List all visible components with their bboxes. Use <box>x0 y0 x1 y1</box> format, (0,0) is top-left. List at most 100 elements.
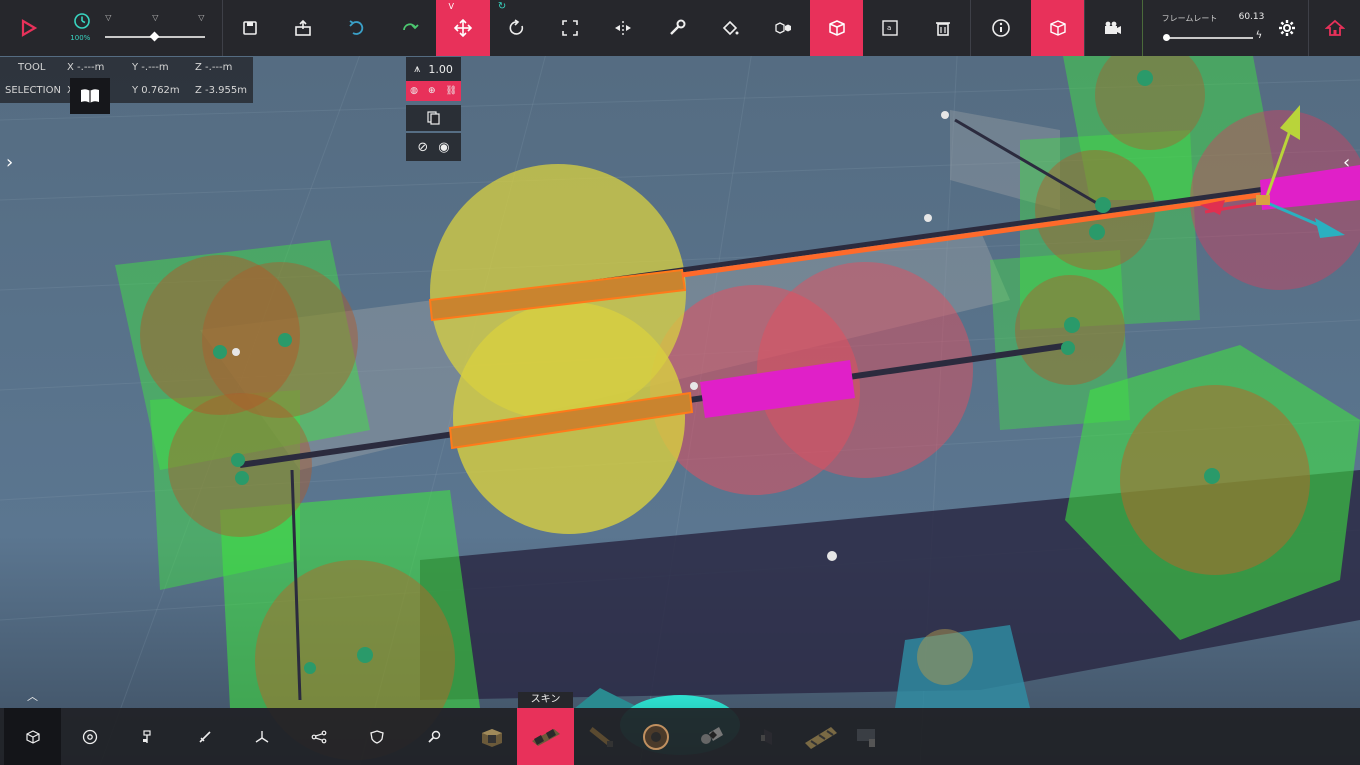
copy-button[interactable] <box>406 105 461 131</box>
round-block-icon <box>642 723 669 750</box>
brace-block-icon <box>588 726 613 747</box>
block-mode-icon <box>828 20 845 36</box>
info-button[interactable] <box>971 0 1031 56</box>
build-scene[interactable] <box>0 0 1360 765</box>
paint-tool-button[interactable] <box>703 0 756 56</box>
time-scale-knob[interactable] <box>149 31 160 42</box>
rotate-tool-button[interactable]: ↻ <box>490 0 543 56</box>
tool-z: Z -.---m <box>195 62 233 73</box>
framerate-label: フレームレート <box>1161 14 1218 23</box>
undo-button[interactable] <box>330 0 383 56</box>
save-button[interactable] <box>223 0 276 56</box>
move-tool-hotkey: V <box>448 2 454 11</box>
weapon-category-icon <box>198 730 211 743</box>
category-utility[interactable] <box>405 708 462 765</box>
tool-coordinates: TOOL X -.---m Y -.---m Z -.---m <box>0 57 253 79</box>
paint-icon <box>722 20 739 36</box>
copy-icon <box>426 111 440 125</box>
slider-marker: ▽ <box>152 13 159 22</box>
pivot-icon[interactable]: ⊕ <box>428 86 436 96</box>
link-icon[interactable]: ⛓ <box>445 86 456 96</box>
block-brace[interactable] <box>572 708 629 765</box>
pin-block-icon <box>700 726 723 744</box>
rotate-hotkey-icon: ↻ <box>497 1 507 12</box>
block-camera[interactable] <box>838 708 895 765</box>
category-automation[interactable] <box>290 708 347 765</box>
hide-icon[interactable]: ⊘ <box>417 140 428 155</box>
text-icon: a <box>882 20 898 36</box>
bounding-box-toggle[interactable] <box>1031 0 1085 56</box>
coordinates-panel: TOOL X -.---m Y -.---m Z -.---m SELECTIO… <box>0 57 253 103</box>
skin-block-icon <box>531 728 560 746</box>
home-icon <box>1324 19 1345 36</box>
framerate-knob[interactable] <box>1162 34 1170 41</box>
load-icon <box>295 19 311 36</box>
wheel-category-icon <box>82 729 97 744</box>
block-skin[interactable] <box>517 708 574 765</box>
play-simulation-button[interactable] <box>0 0 55 56</box>
svg-text:a: a <box>887 24 891 32</box>
category-weapons[interactable] <box>176 708 233 765</box>
block-round[interactable] <box>627 708 684 765</box>
block-tooltip: スキン <box>518 692 573 708</box>
slider-marker: ▽ <box>105 13 112 22</box>
wrench-icon <box>669 19 686 35</box>
left-panel-arrow-icon[interactable]: › <box>6 152 13 173</box>
slider-marker: ▽ <box>198 13 205 22</box>
selection-z: Z -3.955m <box>195 85 248 96</box>
category-armor[interactable] <box>348 708 405 765</box>
bottom-toolbar <box>0 708 1360 765</box>
spike-block-icon <box>760 728 772 745</box>
settings-button[interactable] <box>1265 0 1309 56</box>
camera-icon <box>1105 21 1122 34</box>
delete-icon <box>936 22 951 36</box>
cube-icon <box>1050 20 1066 36</box>
besiege-editor: 100% ▽ ▽ ▽ V ↻ a フレームレート 60.13 ϟ TOOL X … <box>0 0 1360 765</box>
category-mechanical[interactable] <box>118 708 175 765</box>
snap-setting[interactable]: ⩚ 1.00 <box>406 57 461 81</box>
redo-button[interactable] <box>383 0 436 56</box>
right-panel-arrow-icon[interactable]: ‹ <box>1343 152 1350 173</box>
load-button[interactable] <box>276 0 329 56</box>
category-wheels[interactable] <box>61 708 118 765</box>
collider-sphere <box>1095 40 1205 150</box>
block-wooden[interactable] <box>463 708 520 765</box>
flip-tool-button[interactable] <box>597 0 650 56</box>
collapse-arrow-icon[interactable]: ︿ <box>27 688 38 704</box>
time-scale-control[interactable]: 100% ▽ ▽ ▽ <box>55 0 222 56</box>
text-tool-button[interactable]: a <box>863 0 916 56</box>
tool-x: X -.---m <box>67 62 105 73</box>
category-blocks[interactable] <box>4 708 61 765</box>
guide-book-button[interactable] <box>70 78 110 114</box>
category-flight[interactable] <box>233 708 290 765</box>
utility-category-icon <box>427 730 440 743</box>
delete-button[interactable] <box>917 0 970 56</box>
time-scale-value: 100% <box>70 34 91 42</box>
wooden-block-icon <box>481 728 502 747</box>
global-space-icon[interactable]: ◍ <box>410 86 418 96</box>
framerate-value: 60.13 <box>1238 12 1265 22</box>
clock-icon <box>74 13 91 29</box>
scale-tool-button[interactable] <box>543 0 596 56</box>
block-spike[interactable] <box>737 708 794 765</box>
skin-toggle-button[interactable] <box>757 0 810 56</box>
wrench-tool-button[interactable] <box>650 0 703 56</box>
flip-icon <box>615 21 632 35</box>
camera-block-icon <box>856 728 875 747</box>
framerate-slider[interactable] <box>1164 37 1253 39</box>
eye-icon[interactable]: ◉ <box>438 140 449 155</box>
tool-label: TOOL <box>18 62 46 73</box>
play-icon <box>21 19 37 37</box>
automation-category-icon <box>311 730 326 743</box>
redo-icon <box>402 23 419 31</box>
block-category-icon <box>25 729 40 744</box>
save-icon <box>242 21 257 35</box>
framerate-panel[interactable]: フレームレート 60.13 ϟ <box>1141 0 1265 56</box>
home-button[interactable] <box>1309 0 1359 56</box>
selection-label: SELECTION <box>5 85 61 96</box>
block-pin[interactable] <box>682 708 739 765</box>
block-mode-button[interactable] <box>809 0 864 56</box>
camera-button[interactable] <box>1085 0 1141 56</box>
mechanical-category-icon <box>142 729 151 743</box>
move-tool-button[interactable]: V <box>436 0 490 56</box>
